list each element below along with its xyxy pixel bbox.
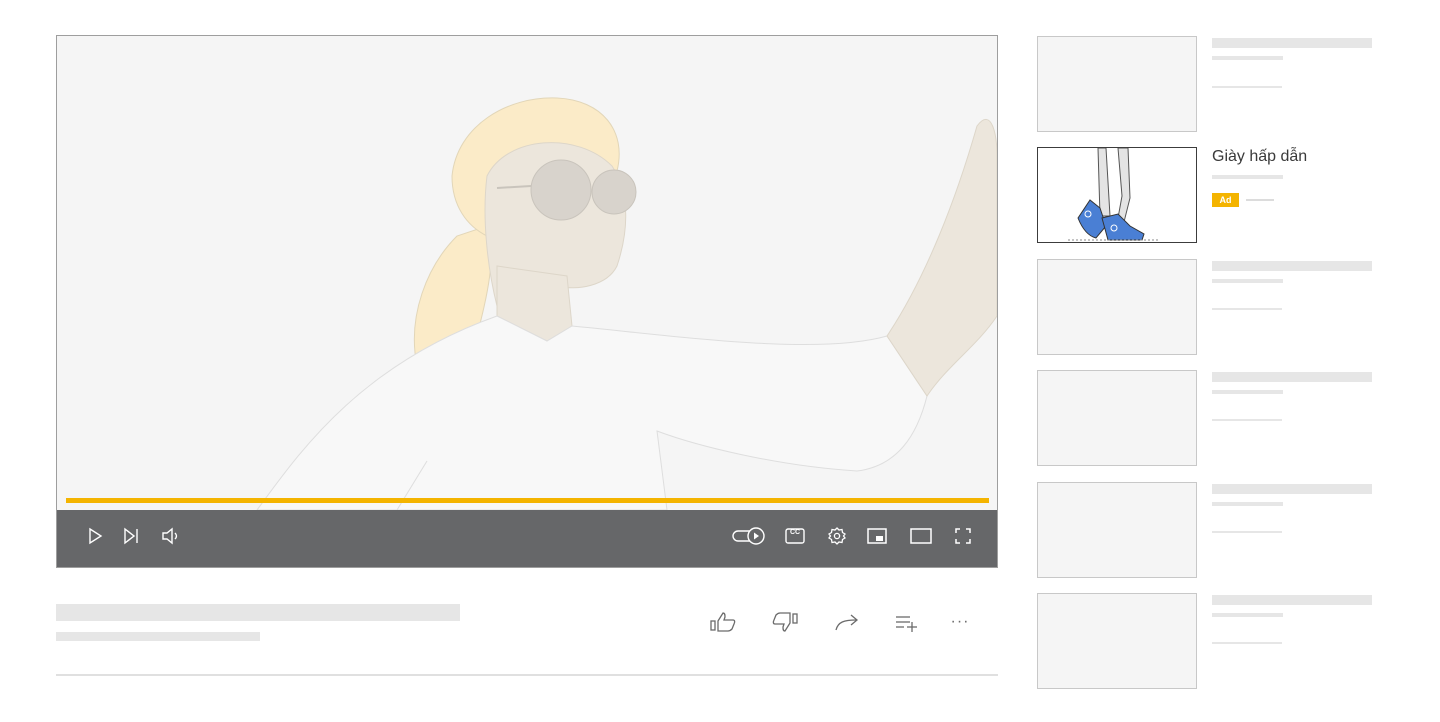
recommended-title-placeholder: [1212, 484, 1372, 494]
play-button[interactable]: [83, 524, 107, 548]
sneakers-illustration: [1068, 148, 1160, 241]
ad-subtitle-placeholder: [1212, 175, 1283, 179]
recommended-title-placeholder: [1212, 38, 1372, 48]
ad-badge: Ad: [1212, 193, 1239, 207]
settings-button[interactable]: [825, 524, 849, 548]
dislike-icon: [772, 612, 798, 632]
recommended-title-placeholder: [1212, 595, 1372, 605]
watch-page: CC ··· Giày hấp dẫn Ad: [0, 0, 1440, 722]
ad-meta-placeholder: [1246, 199, 1274, 201]
recommended-meta-placeholder: [1212, 86, 1282, 88]
video-frame-illustration: [256, 97, 997, 510]
autoplay-toggle[interactable]: [731, 524, 767, 548]
recommended-channel-placeholder: [1212, 279, 1283, 283]
progress-fill: [66, 498, 989, 503]
more-icon: ···: [950, 613, 970, 630]
recommended-channel-placeholder: [1212, 56, 1283, 60]
settings-gear-icon: [828, 527, 846, 545]
volume-button[interactable]: [159, 524, 183, 548]
video-player[interactable]: CC: [56, 35, 998, 568]
fullscreen-button[interactable]: [951, 524, 975, 548]
like-button[interactable]: [707, 608, 739, 636]
miniplayer-icon: [867, 528, 887, 544]
progress-bar[interactable]: [66, 498, 989, 503]
recommended-channel-placeholder: [1212, 502, 1283, 506]
save-to-playlist-button[interactable]: [891, 608, 923, 636]
content-divider: [56, 674, 998, 676]
recommended-title-placeholder: [1212, 372, 1372, 382]
volume-icon: [162, 527, 178, 545]
next-icon: [124, 527, 138, 545]
save-to-playlist-icon: [896, 616, 917, 632]
channel-info-placeholder: [56, 632, 260, 641]
recommended-meta-placeholder: [1212, 308, 1282, 310]
share-button[interactable]: [831, 608, 863, 636]
ad-thumbnail[interactable]: [1037, 147, 1197, 243]
recommended-meta-placeholder: [1212, 642, 1282, 644]
dislike-button[interactable]: [769, 608, 801, 636]
video-title-placeholder: [56, 604, 460, 621]
recommended-title-placeholder: [1212, 261, 1372, 271]
theater-mode-icon: [910, 528, 932, 544]
recommended-meta-placeholder: [1212, 531, 1282, 533]
recommended-thumbnail[interactable]: [1037, 593, 1197, 689]
captions-label: CC: [789, 529, 801, 536]
play-icon: [89, 527, 103, 545]
recommended-thumbnail[interactable]: [1037, 482, 1197, 578]
ad-title[interactable]: Giày hấp dẫn: [1212, 148, 1307, 166]
miniplayer-button[interactable]: [865, 524, 889, 548]
player-controls: CC: [57, 510, 997, 567]
share-icon: [835, 614, 859, 631]
autoplay-toggle-icon: [732, 527, 765, 545]
recommended-thumbnail[interactable]: [1037, 370, 1197, 466]
recommended-channel-placeholder: [1212, 390, 1283, 394]
recommended-thumbnail[interactable]: [1037, 36, 1197, 132]
recommended-channel-placeholder: [1212, 613, 1283, 617]
fullscreen-icon: [955, 528, 971, 544]
like-icon: [710, 612, 736, 632]
recommended-meta-placeholder: [1212, 419, 1282, 421]
theater-mode-button[interactable]: [909, 524, 933, 548]
more-button[interactable]: ···: [944, 608, 976, 636]
recommended-thumbnail[interactable]: [1037, 259, 1197, 355]
captions-button[interactable]: CC: [783, 524, 807, 548]
next-button[interactable]: [119, 524, 143, 548]
